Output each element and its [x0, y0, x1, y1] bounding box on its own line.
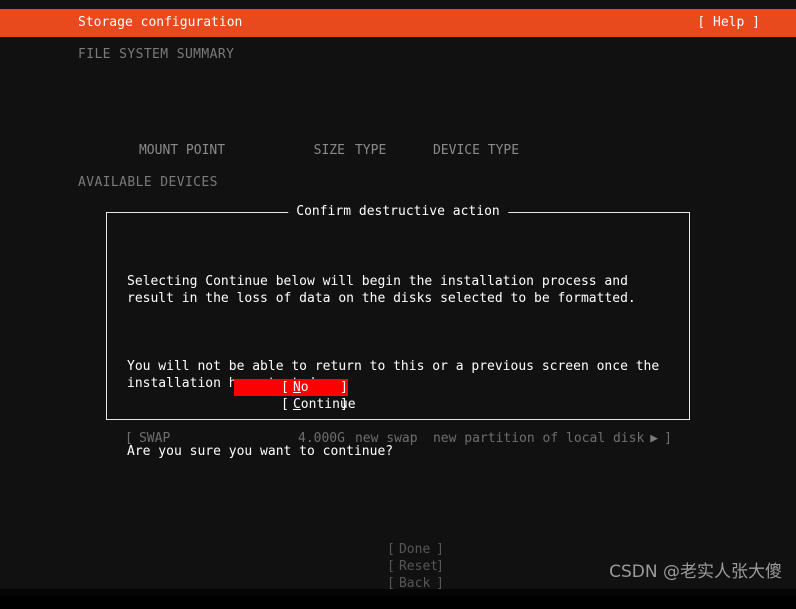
column-header-type: TYPE [354, 143, 387, 158]
page-title: Storage configuration [78, 15, 243, 30]
dialog-title: Confirm destructive action [288, 204, 508, 220]
dialog-paragraph-2: You will not be able to return to this o… [127, 359, 660, 391]
column-header-size: SIZE [313, 143, 345, 158]
watermark: CSDN @老实人张大傻 [609, 562, 782, 582]
dialog-button-group: ][No ][Continue [234, 362, 358, 413]
no-button[interactable]: ][No [234, 362, 348, 395]
top-letterbox-strip [0, 0, 796, 9]
column-header-device-type: DEVICE TYPE [432, 143, 520, 158]
dialog-paragraph-1: Selecting Continue below will begin the … [127, 274, 636, 306]
file-system-summary-heading: FILE SYSTEM SUMMARY [78, 47, 235, 62]
continue-button-label: Continue [293, 396, 356, 413]
done-button-label: Done [398, 542, 431, 557]
dialog-question: Are you sure you want to continue? [127, 444, 394, 459]
button-left-bracket: [ [386, 559, 395, 574]
column-header-mount-point: MOUNT POINT [138, 143, 226, 158]
continue-button-accel: C [292, 397, 301, 412]
dialog-body: Selecting Continue below will begin the … [127, 239, 675, 494]
no-button-label: No [293, 379, 309, 396]
button-right-bracket: ] [436, 542, 444, 557]
button-left-bracket: [ [280, 397, 289, 412]
footer-button-group: ][Done ][Reset ][Back [340, 524, 450, 592]
bottom-letterbox-strip [0, 589, 796, 596]
available-devices-heading: AVAILABLE DEVICES [78, 175, 218, 190]
confirm-destructive-action-dialog: Confirm destructive action Selecting Con… [106, 204, 690, 459]
help-button[interactable]: [ Help ] [697, 9, 760, 37]
continue-button-rest: ontinue [300, 397, 356, 412]
reset-button-label: Reset [398, 559, 439, 574]
button-right-bracket: ] [340, 380, 348, 395]
header-bar: Storage configuration [ Help ] [0, 9, 796, 37]
button-left-bracket: [ [386, 542, 395, 557]
done-button[interactable]: ] [Done [340, 524, 444, 557]
table-header-row: MOUNT POINT SIZE TYPE DEVICE TYPE [78, 127, 672, 175]
terminal-screen: Storage configuration [ Help ] FILE SYST… [0, 0, 796, 596]
no-button-accel: N [292, 380, 301, 395]
no-button-rest: o [300, 380, 309, 395]
button-left-bracket: [ [280, 380, 289, 395]
